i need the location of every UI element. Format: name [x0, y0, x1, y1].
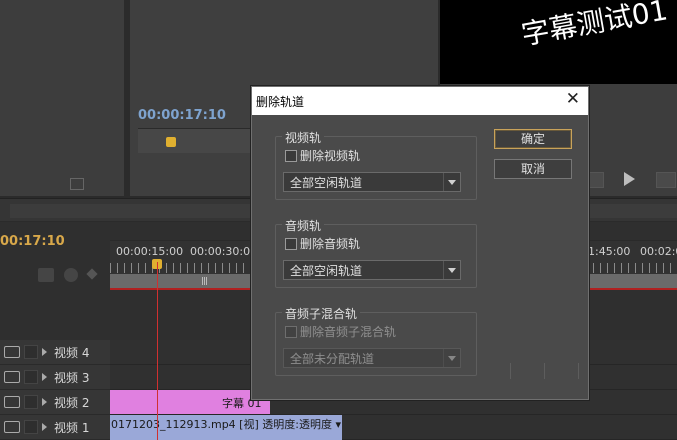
delete-tracks-dialog: 删除轨道 ✕ 视频轨 删除视频轨 全部空闲轨道 音频轨 删除音频轨 全部空闲轨道…: [251, 86, 589, 400]
play-icon[interactable]: [624, 172, 635, 186]
chevron-down-icon[interactable]: [443, 173, 460, 191]
step-forward-icon[interactable]: [656, 172, 676, 188]
video-track-group: 视频轨 删除视频轨 全部空闲轨道: [275, 129, 477, 200]
play-controls: [580, 168, 677, 190]
track-header-video-4[interactable]: 视频 4: [0, 340, 110, 365]
audio-select-value: 全部空闲轨道: [290, 264, 363, 278]
marker-icon[interactable]: [64, 268, 78, 282]
chevron-down-icon[interactable]: [443, 261, 460, 279]
delete-submix-checkbox: [285, 326, 297, 338]
submix-group-legend: 音频子混合轨: [282, 305, 361, 322]
delete-video-checkbox[interactable]: [285, 150, 297, 162]
close-icon[interactable]: ✕: [566, 89, 580, 109]
eye-icon[interactable]: [4, 371, 20, 383]
submix-select-value: 全部未分配轨道: [290, 352, 375, 366]
video-clip-label: 0171203_112913.mp4 [视] 透明度:透明度 ▾: [111, 418, 341, 431]
track-name-video-4: 视频 4: [54, 346, 90, 360]
source-panel-left: [0, 0, 124, 196]
chevron-down-icon: [443, 349, 460, 367]
eye-icon[interactable]: [4, 346, 20, 358]
export-frame-icon[interactable]: [70, 178, 84, 190]
snap-icon[interactable]: [38, 268, 54, 282]
keyframe-icon[interactable]: [86, 268, 98, 280]
video-select-value: 全部空闲轨道: [290, 176, 363, 190]
expand-triangle-icon[interactable]: [42, 398, 47, 406]
track-header-video-2[interactable]: 视频 2: [0, 390, 110, 415]
track-name-video-2: 视频 2: [54, 396, 90, 410]
video-clip[interactable]: 0171203_112913.mp4 [视] 透明度:透明度 ▾: [110, 415, 342, 440]
track-header-video-3[interactable]: 视频 3: [0, 365, 110, 390]
submix-track-select: 全部未分配轨道: [283, 348, 461, 368]
caption-text: 字幕测试01: [518, 0, 670, 52]
delete-submix-label: 删除音频子混合轨: [300, 325, 397, 339]
ruler-label-2min: 00:02:0: [640, 245, 677, 258]
ok-button[interactable]: 确定: [494, 129, 572, 149]
video-group-legend: 视频轨: [282, 129, 325, 146]
ruler-label-1-45: 1:45:00: [588, 245, 631, 258]
dialog-title: 删除轨道: [256, 95, 305, 109]
track-name-video-1: 视频 1: [54, 421, 90, 435]
audio-track-group: 音频轨 删除音频轨 全部空闲轨道: [275, 217, 477, 288]
resize-grip-icon[interactable]: [510, 363, 580, 379]
delete-video-label[interactable]: 删除视频轨: [300, 147, 360, 164]
expand-triangle-icon[interactable]: [42, 373, 47, 381]
dialog-title-bar[interactable]: 删除轨道 ✕: [252, 87, 588, 115]
audio-track-select[interactable]: 全部空闲轨道: [283, 260, 461, 280]
work-area-grip: [202, 277, 208, 285]
lock-icon[interactable]: [24, 345, 38, 359]
delete-audio-checkbox[interactable]: [285, 238, 297, 250]
timeline-timecode[interactable]: 00:17:10: [0, 234, 65, 249]
lock-icon[interactable]: [24, 420, 38, 434]
video-track-select[interactable]: 全部空闲轨道: [283, 172, 461, 192]
audio-group-legend: 音频轨: [282, 217, 325, 234]
expand-triangle-icon[interactable]: [42, 348, 47, 356]
track-header-video-1[interactable]: 视频 1: [0, 415, 110, 440]
lock-icon[interactable]: [24, 370, 38, 384]
cancel-button[interactable]: 取消: [494, 159, 572, 179]
submix-track-group: 音频子混合轨 删除音频子混合轨 全部未分配轨道: [275, 305, 477, 376]
program-video-frame: 字幕测试01: [440, 0, 677, 84]
track-name-video-3: 视频 3: [54, 371, 90, 385]
eye-icon[interactable]: [4, 421, 20, 433]
timeline-tools: [38, 266, 102, 286]
source-playhead-icon[interactable]: [166, 137, 176, 147]
delete-audio-label[interactable]: 删除音频轨: [300, 235, 360, 252]
ruler-label-30s: 00:00:30:00: [190, 245, 258, 258]
source-timecode[interactable]: 00:00:17:10: [138, 108, 226, 123]
ruler-label-15s: 00:00:15:00: [116, 245, 184, 258]
eye-icon[interactable]: [4, 396, 20, 408]
lock-icon[interactable]: [24, 395, 38, 409]
title-clip[interactable]: 字幕 01: [110, 390, 270, 414]
timeline-playhead[interactable]: [157, 262, 158, 440]
expand-triangle-icon[interactable]: [42, 423, 47, 431]
